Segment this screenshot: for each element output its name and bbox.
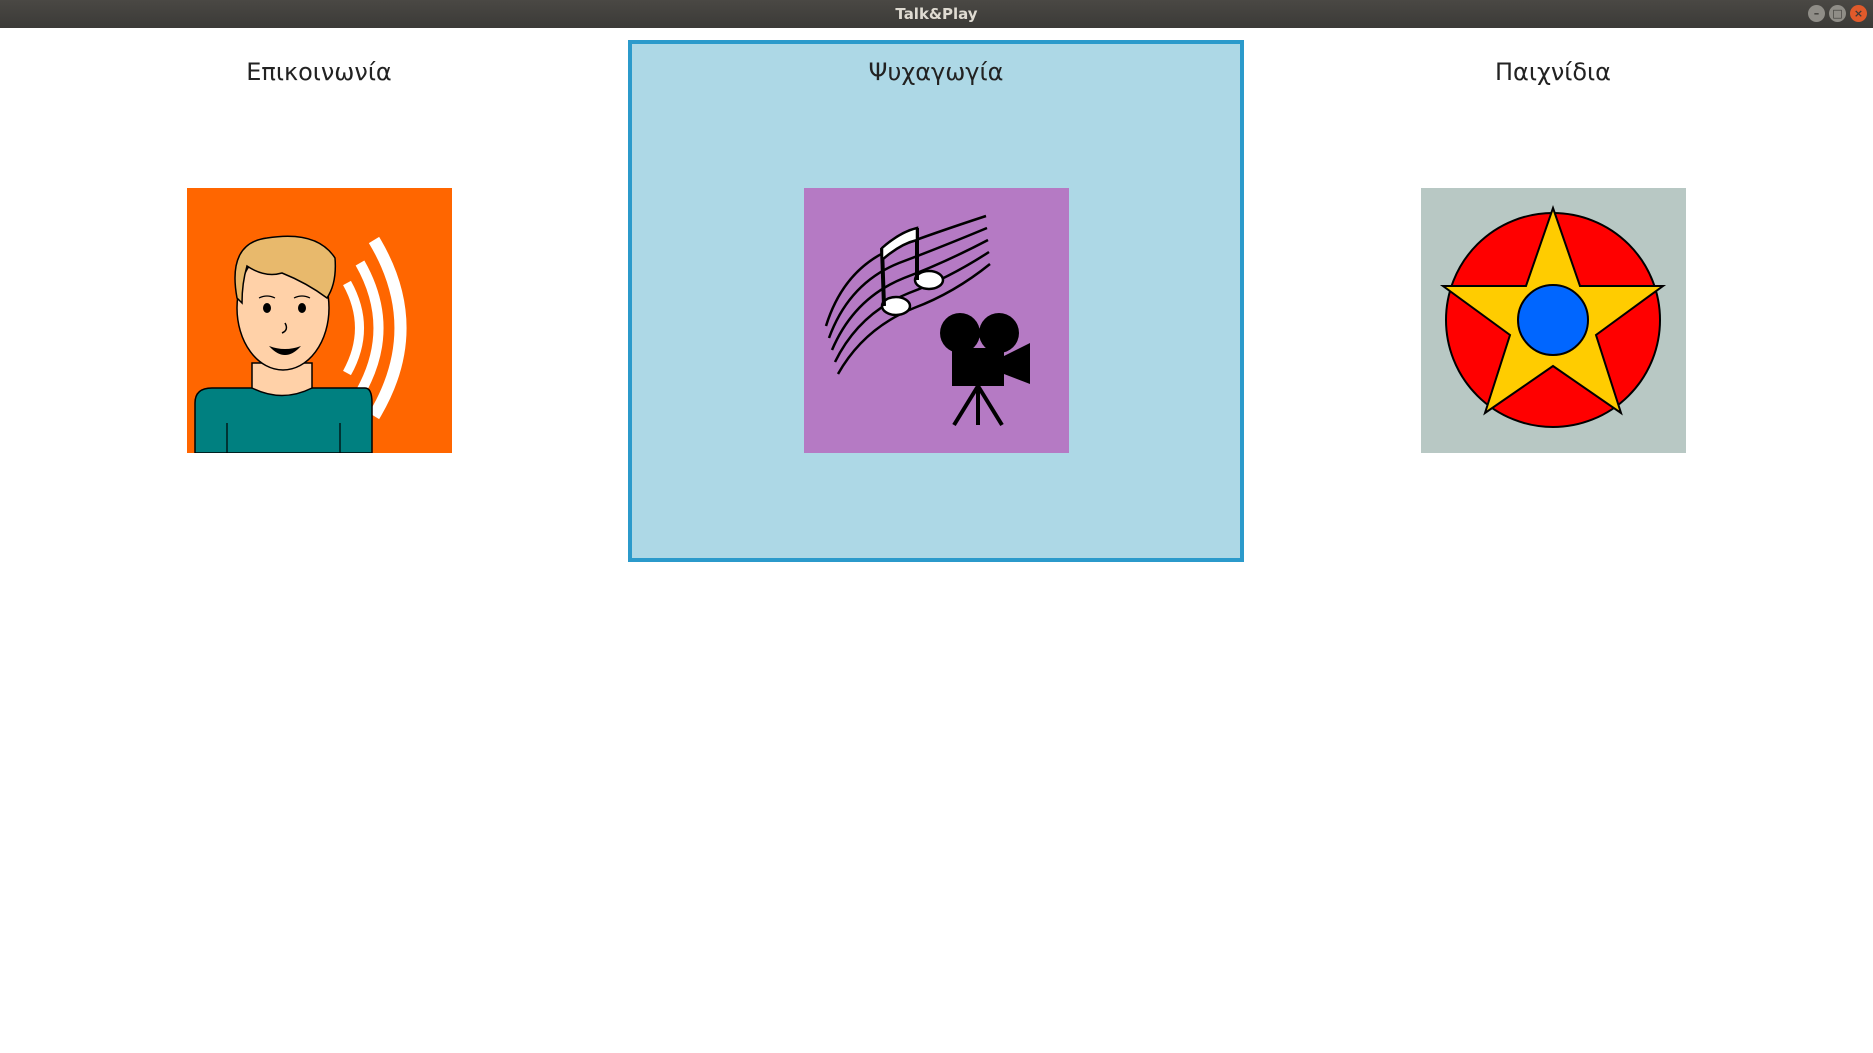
maximize-button[interactable]: □: [1829, 5, 1846, 22]
music-and-camera-icon: [804, 188, 1069, 453]
minimize-button[interactable]: –: [1808, 5, 1825, 22]
tile-communication[interactable]: Επικοινωνία: [11, 40, 627, 562]
tile-label: Παιχνίδια: [1494, 58, 1611, 86]
person-speaking-icon: [187, 188, 452, 453]
tile-label: Ψυχαγωγία: [868, 58, 1004, 86]
title-bar: Talk&Play – □ ×: [0, 0, 1873, 28]
tile-label: Επικοινωνία: [246, 58, 392, 86]
category-grid: Επικοινωνία Ψυχαγωγία Παιχνίδια: [0, 28, 1873, 1053]
window-controls: – □ ×: [1808, 5, 1867, 22]
star-circle-icon: [1421, 188, 1686, 453]
minimize-icon: –: [1813, 7, 1820, 20]
window-title: Talk&Play: [895, 5, 978, 23]
maximize-icon: □: [1832, 7, 1843, 20]
close-icon: ×: [1853, 7, 1864, 20]
tile-games[interactable]: Παιχνίδια: [1245, 40, 1861, 562]
tile-entertainment[interactable]: Ψυχαγωγία: [628, 40, 1244, 562]
close-button[interactable]: ×: [1850, 5, 1867, 22]
